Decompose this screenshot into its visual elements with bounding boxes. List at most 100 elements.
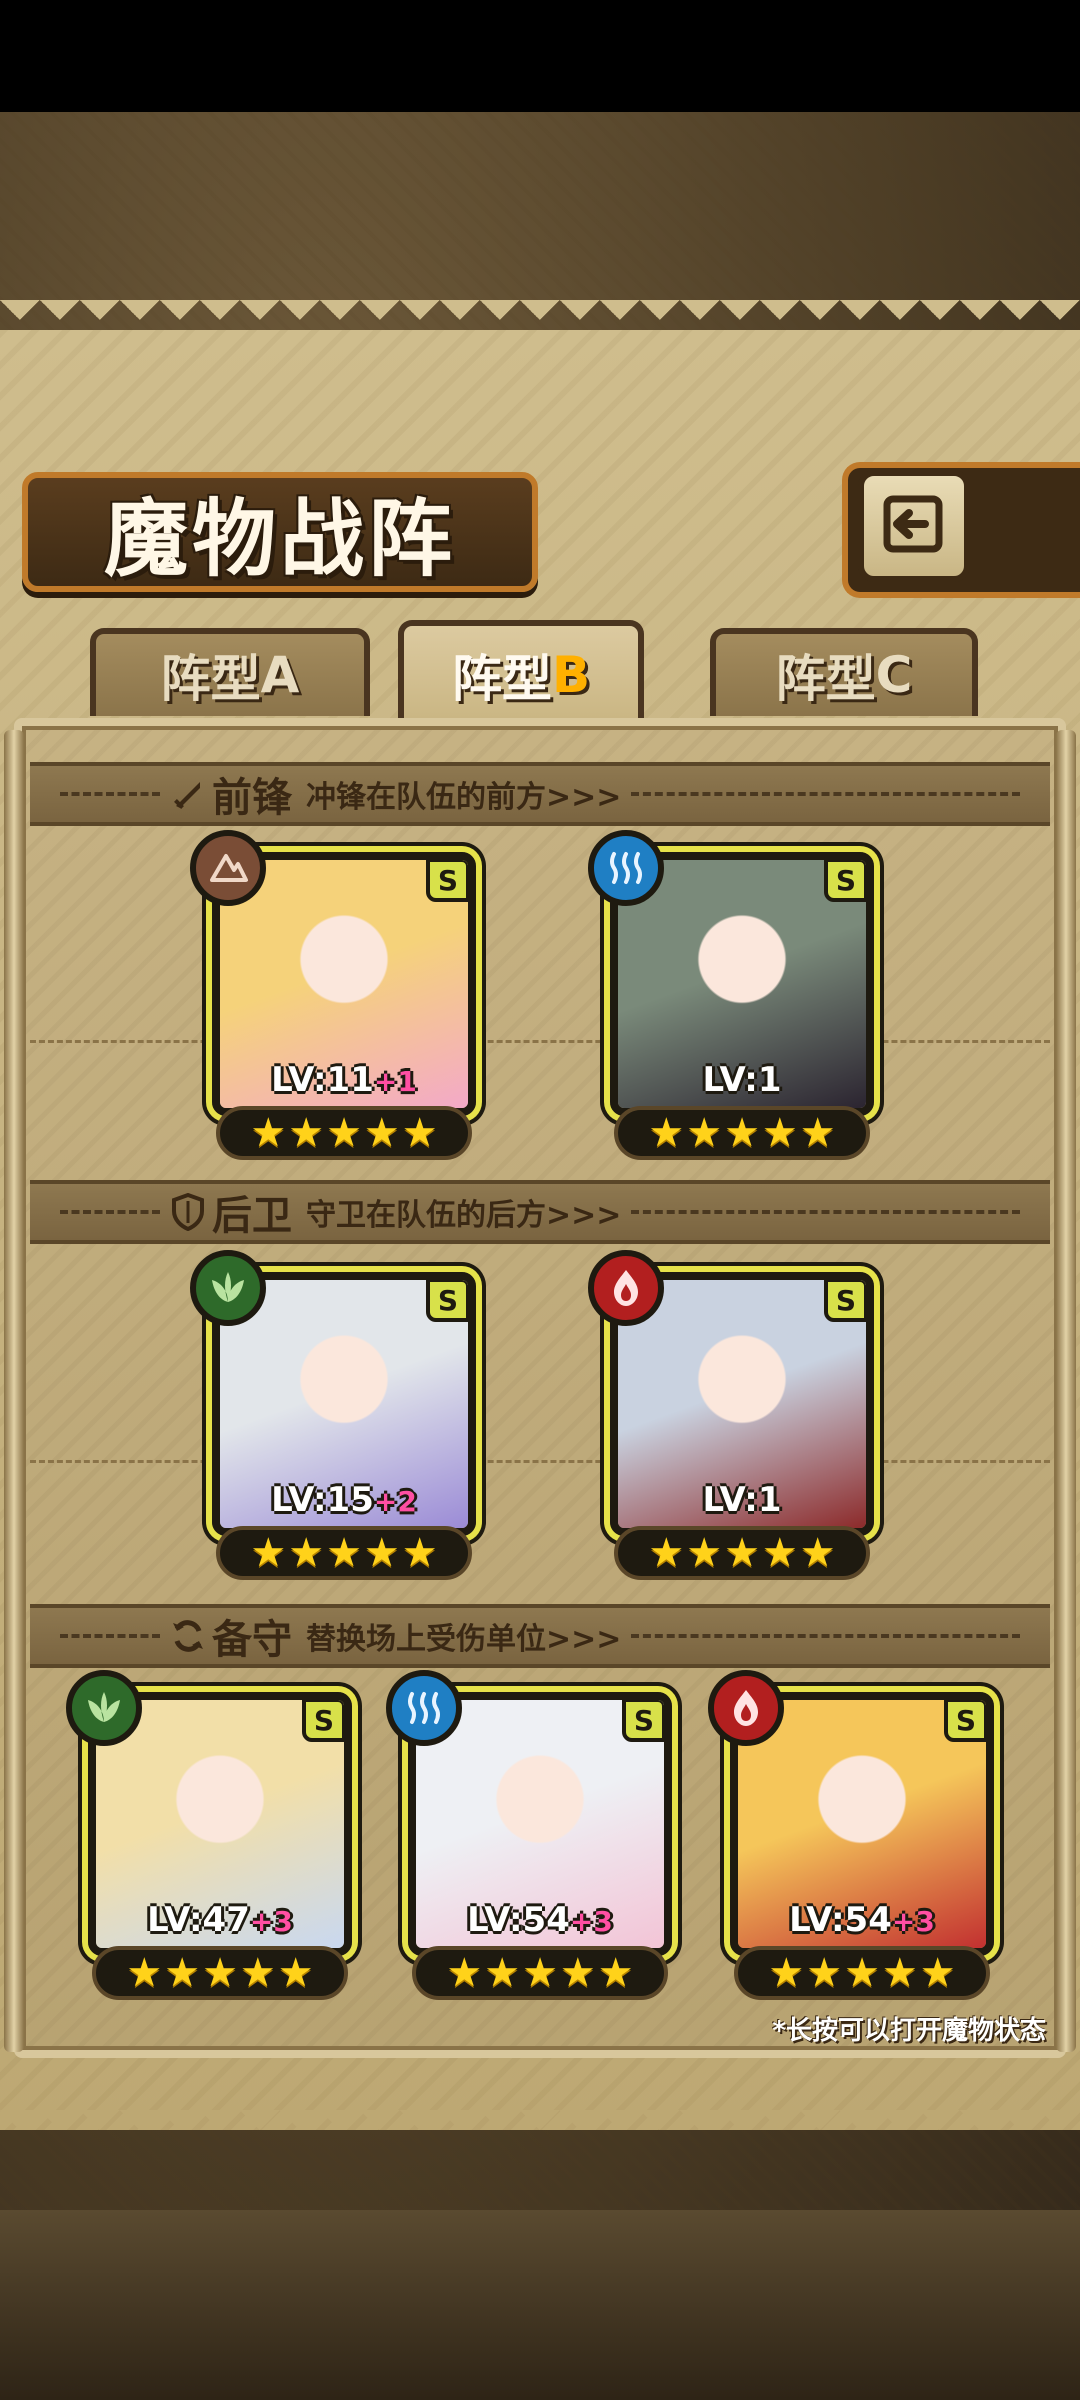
section-desc: 守卫在队伍的后方>>>	[306, 1198, 622, 1233]
star-icon: ★	[724, 1530, 760, 1576]
tab-formation-b[interactable]: 阵型 B	[398, 620, 644, 724]
star-icon: ★	[724, 1110, 760, 1156]
star-rating: ★ ★ ★ ★ ★	[614, 1106, 870, 1160]
back-button[interactable]	[858, 470, 970, 582]
board-pole-left	[4, 730, 24, 2052]
star-icon: ★	[363, 1530, 400, 1576]
tab-letter: A	[260, 646, 300, 704]
rarity-badge: S	[944, 1700, 986, 1742]
board-pole-right	[1056, 730, 1076, 2052]
star-icon: ★	[363, 1110, 400, 1156]
star-icon: ★	[686, 1530, 723, 1576]
level-label: LV:11+1	[220, 1060, 468, 1100]
star-icon: ★	[326, 1530, 362, 1576]
tab-label: 阵型	[160, 650, 261, 708]
level-text: LV:47	[147, 1900, 250, 1940]
star-icon: ★	[326, 1110, 362, 1156]
level-bonus: +1	[373, 1065, 417, 1098]
star-icon: ★	[250, 1110, 287, 1156]
level-text: LV:1	[702, 1480, 782, 1520]
rarity-badge: S	[302, 1700, 344, 1742]
tab-formation-a[interactable]: 阵型 A	[90, 628, 370, 716]
star-icon: ★	[761, 1110, 798, 1156]
level-label: LV:47+3	[96, 1900, 344, 1940]
section-desc: 冲锋在队伍的前方>>>	[306, 780, 622, 815]
level-text: LV:1	[702, 1060, 782, 1100]
status-bar	[0, 0, 1080, 112]
leaf-element-icon	[66, 1670, 142, 1746]
star-icon: ★	[881, 1950, 918, 1996]
shield-icon	[168, 1192, 208, 1232]
divider	[60, 1210, 160, 1214]
star-rating: ★ ★ ★ ★ ★	[216, 1526, 472, 1580]
rarity-badge: S	[426, 860, 468, 902]
star-icon: ★	[288, 1110, 325, 1156]
level-label: LV:1	[618, 1480, 866, 1520]
star-icon: ★	[799, 1530, 836, 1576]
rarity-badge: S	[824, 1280, 866, 1322]
row-guide	[30, 1460, 1050, 1463]
section-desc: 替换场上受伤单位>>>	[306, 1622, 622, 1657]
star-icon: ★	[648, 1530, 685, 1576]
divider	[631, 1634, 1020, 1638]
star-icon: ★	[761, 1530, 798, 1576]
section-title: 前锋	[212, 775, 292, 821]
level-bonus: +3	[569, 1905, 613, 1938]
divider	[631, 792, 1020, 796]
level-label: LV:15+2	[220, 1480, 468, 1520]
star-icon: ★	[250, 1530, 287, 1576]
star-icon: ★	[686, 1110, 723, 1156]
level-bonus: +3	[249, 1905, 293, 1938]
star-icon: ★	[288, 1530, 325, 1576]
star-icon: ★	[806, 1950, 843, 1996]
star-rating: ★ ★ ★ ★ ★	[614, 1526, 870, 1580]
sword-icon	[168, 774, 208, 814]
star-rating: ★ ★ ★ ★ ★	[92, 1946, 348, 2000]
divider	[60, 792, 160, 796]
panel-edge-bottom	[0, 2110, 1080, 2150]
section-header-front: 前锋 冲锋在队伍的前方>>>	[30, 762, 1050, 826]
star-icon: ★	[277, 1950, 314, 1996]
fire-element-icon	[708, 1670, 784, 1746]
divider	[60, 1634, 160, 1638]
section-title: 备守	[212, 1617, 292, 1663]
level-bonus: +3	[891, 1905, 935, 1938]
earth-element-icon	[190, 830, 266, 906]
tab-letter: B	[551, 646, 591, 704]
leaf-element-icon	[190, 1250, 266, 1326]
level-label: LV:54+3	[738, 1900, 986, 1940]
water-element-icon	[588, 830, 664, 906]
return-arrow-icon	[879, 489, 949, 563]
rarity-badge: S	[426, 1280, 468, 1322]
title-plate: 魔物战阵	[22, 472, 538, 592]
tab-letter: C	[875, 646, 913, 704]
swap-icon	[168, 1616, 208, 1656]
star-icon: ★	[799, 1110, 836, 1156]
star-icon: ★	[648, 1110, 685, 1156]
star-icon: ★	[597, 1950, 634, 1996]
rarity-badge: S	[824, 860, 866, 902]
section-header-rear: 后卫 守卫在队伍的后方>>>	[30, 1180, 1050, 1244]
star-icon: ★	[559, 1950, 596, 1996]
rarity-badge: S	[622, 1700, 664, 1742]
level-text: LV:54	[467, 1900, 570, 1940]
star-icon: ★	[401, 1530, 438, 1576]
star-icon: ★	[844, 1950, 880, 1996]
star-icon: ★	[164, 1950, 201, 1996]
level-text: LV:15	[271, 1480, 374, 1520]
star-icon: ★	[522, 1950, 558, 1996]
level-text: LV:11	[271, 1060, 374, 1100]
divider	[631, 1210, 1020, 1214]
tab-label: 阵型	[451, 650, 552, 708]
star-icon: ★	[484, 1950, 521, 1996]
level-text: LV:54	[789, 1900, 892, 1940]
star-icon: ★	[401, 1110, 438, 1156]
star-icon: ★	[768, 1950, 805, 1996]
tab-formation-c[interactable]: 阵型 C	[710, 628, 978, 716]
star-rating: ★ ★ ★ ★ ★	[734, 1946, 990, 2000]
level-label: LV:54+3	[416, 1900, 664, 1940]
star-icon: ★	[446, 1950, 483, 1996]
star-icon: ★	[202, 1950, 238, 1996]
star-rating: ★ ★ ★ ★ ★	[216, 1106, 472, 1160]
page-title: 魔物战阵	[103, 489, 456, 588]
